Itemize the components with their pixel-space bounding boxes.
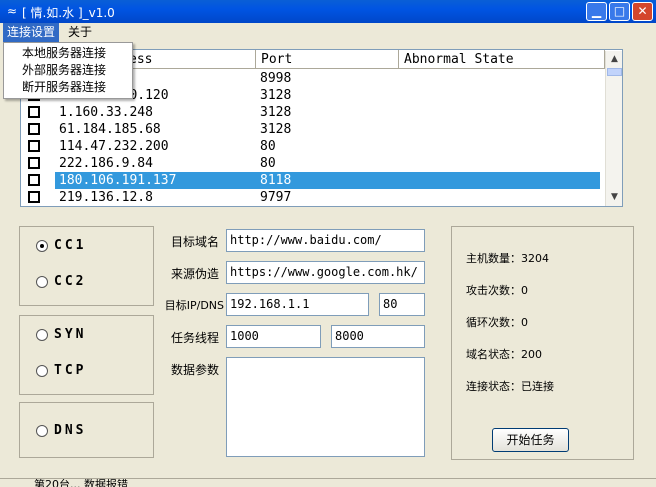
maximize-button[interactable]: □ (609, 2, 630, 21)
cell-ip: 180.106.191.137 (59, 173, 177, 188)
app-icon: ≈ (6, 4, 18, 18)
column-header-abnormal-state[interactable]: Abnormal State (399, 50, 605, 69)
table-row[interactable]: 222.186.9.84 80 (21, 155, 605, 172)
scroll-thumb[interactable] (607, 68, 622, 76)
target-port-input[interactable]: 80 (379, 293, 425, 316)
row-checkbox[interactable] (28, 123, 40, 135)
row-checkbox[interactable] (28, 106, 40, 118)
table-row[interactable]: 114.47.232.200 80 (21, 138, 605, 155)
referer-label: 来源伪造 (170, 267, 219, 281)
cell-port: 3128 (260, 122, 292, 137)
cc2-label[interactable]: CC2 (54, 274, 86, 289)
cell-ip: 1.160.33.248 (59, 105, 153, 120)
cell-ip: 61.184.185.68 (59, 122, 161, 137)
tcp-radio[interactable] (36, 365, 48, 377)
table-row[interactable]: 180.106.191.137 8118 (21, 172, 605, 189)
syn-label[interactable]: SYN (54, 327, 86, 342)
syn-tcp-mode-group (19, 315, 154, 395)
close-button[interactable]: ✕ (632, 2, 653, 21)
table-row[interactable]: 1.160.33.248 3128 (21, 104, 605, 121)
status-bar: 第20台... 数据报错 (0, 478, 656, 487)
cell-ip: 114.47.232.200 (59, 139, 169, 154)
threads-input-b[interactable]: 8000 (331, 325, 425, 348)
window-title: [ 情.如.水 ]_v1.0 (22, 6, 115, 20)
start-task-button[interactable]: 开始任务 (492, 428, 569, 452)
domain-status: 域名状态：200 (466, 348, 542, 361)
threads-label: 任务线程 (170, 331, 219, 345)
menu-item-external-server[interactable]: 外部服务器连接 (4, 62, 132, 79)
cell-port: 8998 (260, 71, 292, 86)
menu-bar: 连接设置 关于 (0, 23, 656, 42)
referer-input[interactable]: https://www.google.com.hk/ (226, 261, 425, 284)
syn-radio[interactable] (36, 329, 48, 341)
target-ip-input[interactable]: 192.168.1.1 (226, 293, 369, 316)
data-params-textarea[interactable] (226, 357, 425, 457)
cell-port: 9797 (260, 190, 292, 205)
target-domain-label: 目标域名 (170, 235, 219, 249)
cell-port: 3128 (260, 105, 292, 120)
dns-radio[interactable] (36, 425, 48, 437)
loop-count: 循环次数：0 (466, 316, 528, 329)
cell-ip: 222.186.9.84 (59, 156, 153, 171)
target-ip-label: 目标IP/DNS (164, 299, 224, 312)
threads-input-a[interactable]: 1000 (226, 325, 321, 348)
row-checkbox[interactable] (28, 191, 40, 203)
cc2-radio[interactable] (36, 276, 48, 288)
target-domain-input[interactable]: http://www.baidu.com/ (226, 229, 425, 252)
cc1-label[interactable]: CC1 (54, 238, 86, 253)
scroll-up-icon[interactable]: ▲ (606, 51, 622, 68)
menu-about[interactable]: 关于 (64, 23, 96, 42)
cell-ip: 219.136.12.8 (59, 190, 153, 205)
connection-status: 连接状态：已连接 (466, 380, 554, 393)
scroll-down-icon[interactable]: ▼ (606, 189, 622, 206)
table-row[interactable]: 219.136.12.8 9797 (21, 189, 605, 206)
row-checkbox[interactable] (28, 157, 40, 169)
minimize-button[interactable]: ▁ (586, 2, 607, 21)
host-count: 主机数量：3204 (466, 252, 549, 265)
data-params-label: 数据参数 (170, 363, 219, 377)
menu-item-disconnect[interactable]: 断开服务器连接 (4, 79, 132, 96)
column-header-port[interactable]: Port (256, 50, 399, 69)
menu-connect-settings[interactable]: 连接设置 (3, 23, 60, 42)
vertical-scrollbar[interactable]: ▲ ▼ (605, 51, 622, 206)
cell-port: 8118 (260, 173, 292, 188)
table-row[interactable]: 61.184.185.68 3128 (21, 121, 605, 138)
connect-settings-dropdown: 本地服务器连接 外部服务器连接 断开服务器连接 (3, 42, 133, 99)
tcp-label[interactable]: TCP (54, 363, 86, 378)
row-checkbox[interactable] (28, 140, 40, 152)
cell-port: 3128 (260, 88, 292, 103)
title-bar[interactable]: ≈ [ 情.如.水 ]_v1.0 ▁ □ ✕ (0, 0, 656, 23)
cc1-radio[interactable] (36, 240, 48, 252)
row-checkbox[interactable] (28, 174, 40, 186)
attack-count: 攻击次数：0 (466, 284, 528, 297)
cell-port: 80 (260, 156, 276, 171)
dns-label[interactable]: DNS (54, 423, 86, 438)
status-text: 第20台... 数据报错 (34, 478, 128, 487)
cell-port: 80 (260, 139, 276, 154)
cc-mode-group (19, 226, 154, 306)
menu-item-local-server[interactable]: 本地服务器连接 (4, 45, 132, 62)
